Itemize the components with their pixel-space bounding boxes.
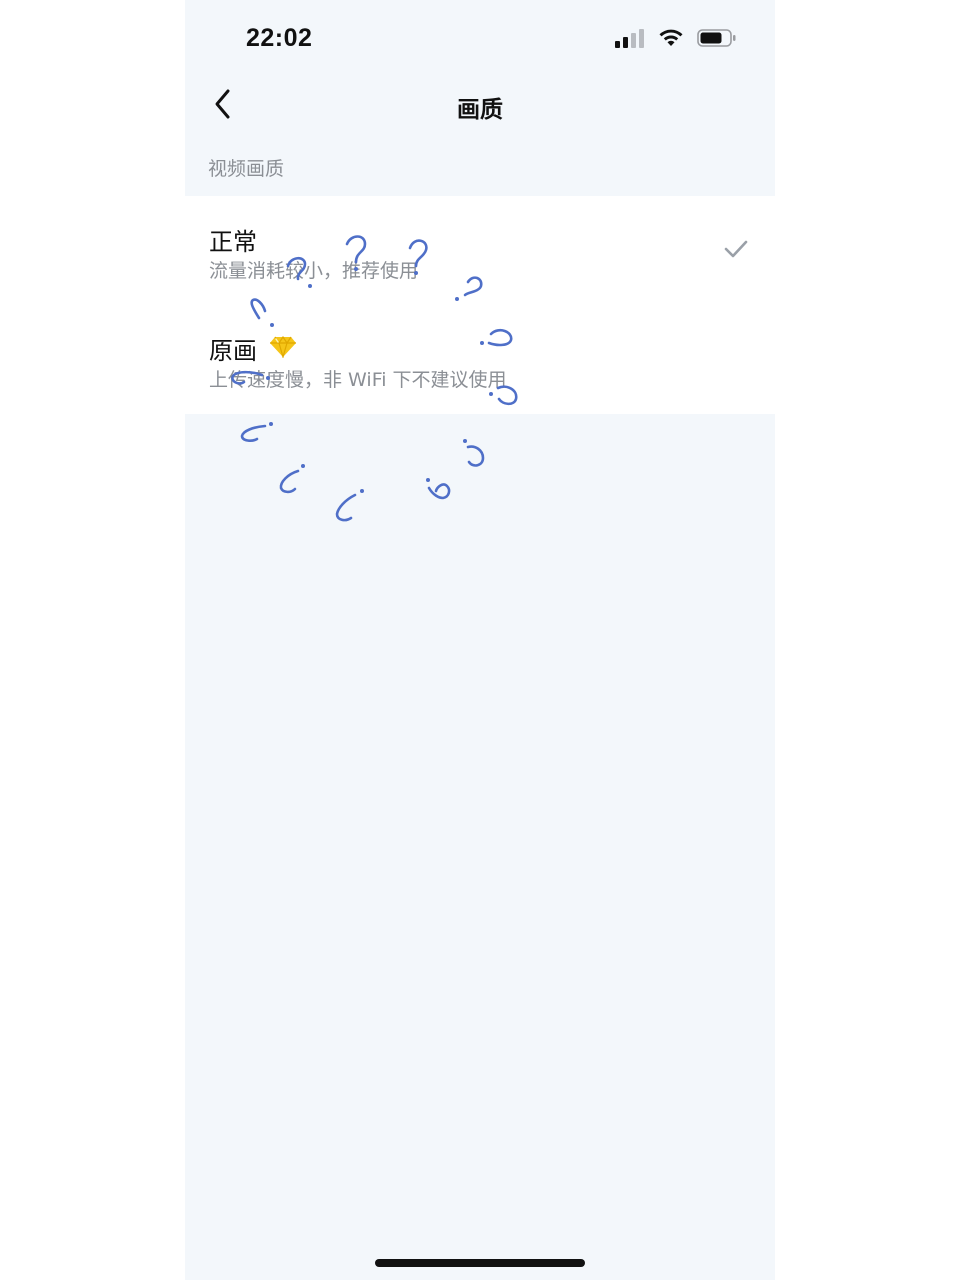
option-title: 正常 bbox=[209, 228, 257, 256]
option-title: 原画 bbox=[209, 337, 257, 365]
option-title-row: 正常 bbox=[209, 222, 257, 257]
phone-screen: 22:02 画质 视频画质 正常 流量消耗较小，推荐使用 原画 上传速度慢，非 … bbox=[185, 0, 775, 1280]
status-bar: 22:02 bbox=[185, 0, 775, 78]
status-icons bbox=[615, 28, 737, 52]
option-normal-quality[interactable]: 正常 流量消耗较小，推荐使用 bbox=[185, 196, 775, 305]
question-mark-doodle-overlay bbox=[231, 235, 518, 522]
battery-icon bbox=[697, 28, 737, 52]
diamond-icon bbox=[269, 335, 297, 362]
home-indicator[interactable] bbox=[375, 1259, 585, 1267]
option-original-quality[interactable]: 原画 上传速度慢，非 WiFi 下不建议使用 bbox=[185, 305, 775, 414]
option-title-row: 原画 bbox=[209, 331, 297, 366]
section-header: 视频画质 bbox=[208, 158, 285, 180]
checkmark-icon bbox=[723, 236, 749, 262]
option-description: 流量消耗较小，推荐使用 bbox=[209, 260, 419, 282]
wifi-icon bbox=[658, 28, 684, 52]
navigation-bar: 画质 bbox=[185, 78, 775, 134]
quality-options-list: 正常 流量消耗较小，推荐使用 原画 上传速度慢，非 WiFi 下不建议使用 bbox=[185, 196, 775, 414]
option-description: 上传速度慢，非 WiFi 下不建议使用 bbox=[209, 369, 507, 391]
cellular-signal-icon bbox=[615, 28, 645, 52]
page-title: 画质 bbox=[457, 97, 503, 123]
status-time: 22:02 bbox=[246, 24, 313, 52]
